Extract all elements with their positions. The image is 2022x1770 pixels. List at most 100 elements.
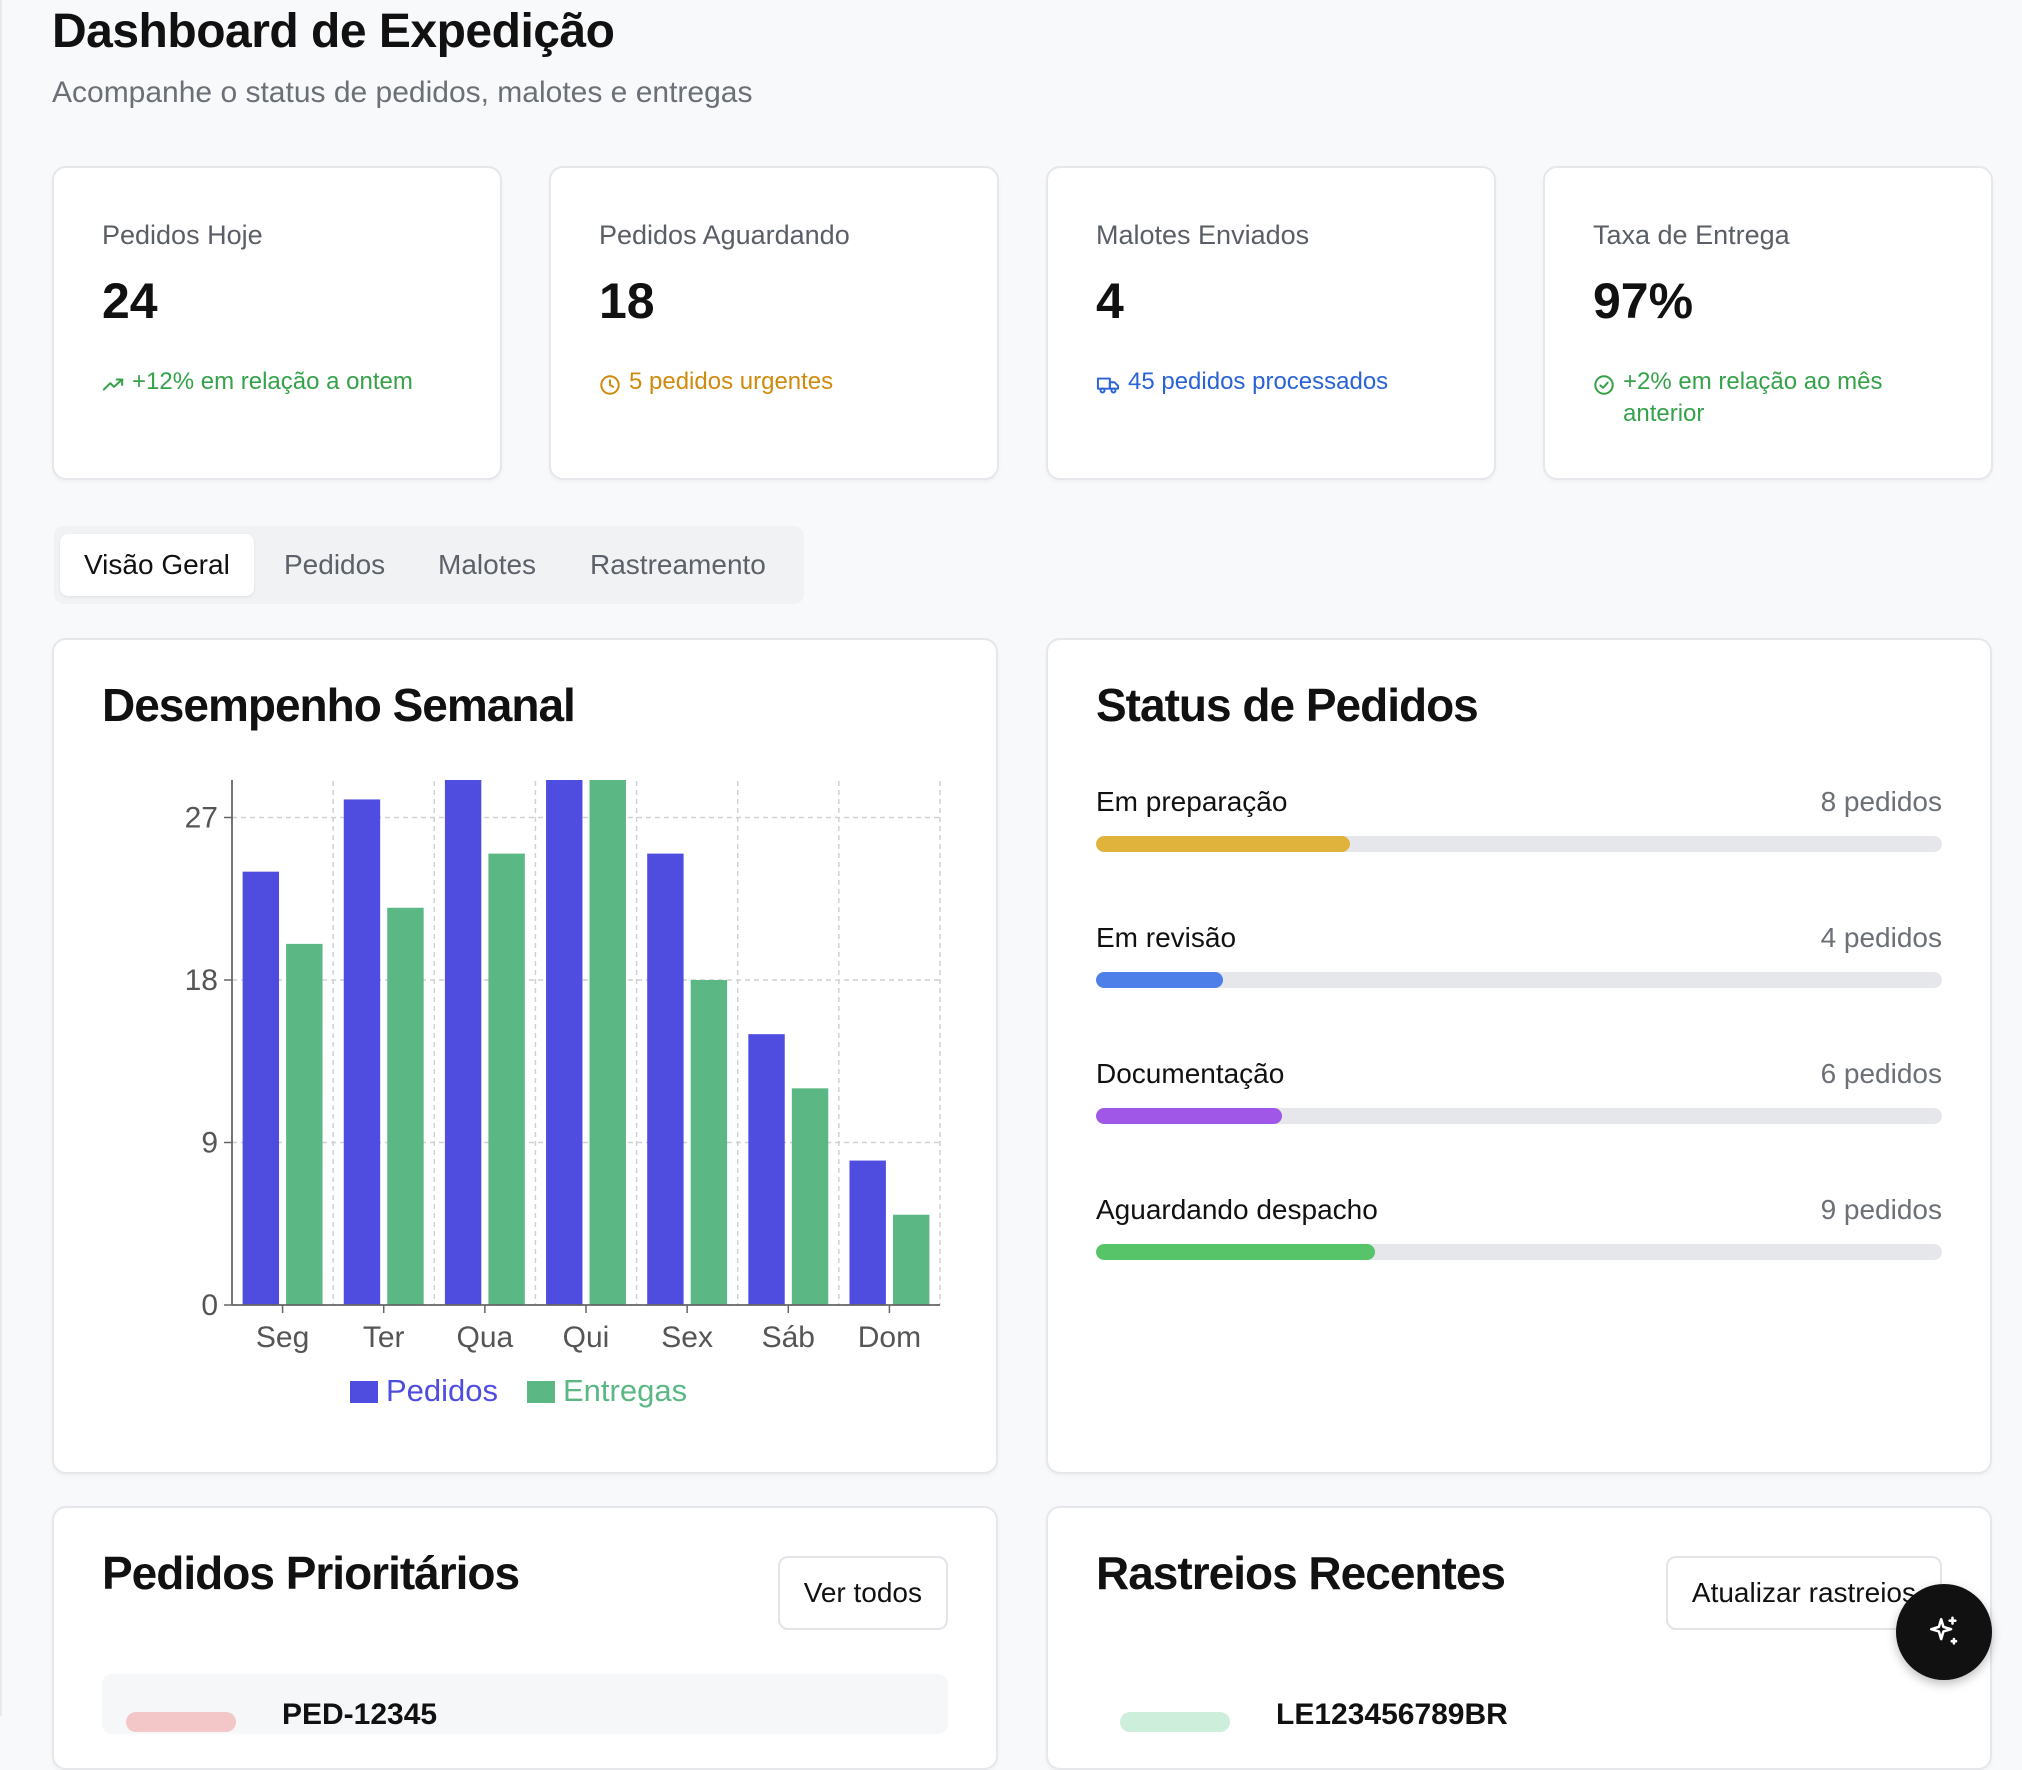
status-count: 4 pedidos: [1820, 922, 1942, 953]
status-item-documentacao: Documentação 6 pedidos: [1096, 1058, 1942, 1138]
status-progress-fill: [1096, 836, 1350, 852]
bar-entregas: [387, 907, 424, 1305]
x-tick-label: Dom: [858, 1321, 921, 1354]
bar-entregas: [286, 943, 323, 1305]
status-item-em-preparacao: Em preparação 8 pedidos: [1096, 786, 1942, 866]
legend-swatch: [527, 1381, 555, 1403]
bar-pedidos: [849, 1160, 886, 1305]
status-count: 6 pedidos: [1820, 1058, 1942, 1089]
stat-label: Taxa de Entrega: [1593, 220, 1790, 250]
stat-card-taxa-entrega: Taxa de Entrega 97% +2% em relação ao mê…: [1543, 166, 1993, 480]
status-progress-track: [1096, 1244, 1942, 1260]
bar-pedidos: [748, 1034, 785, 1305]
legend-swatch: [350, 1381, 378, 1403]
weekly-performance-panel: Desempenho Semanal 09182736SegTerQuaQuiS…: [52, 638, 998, 1474]
y-tick-label: 18: [185, 964, 218, 997]
stat-note-text: 5 pedidos urgentes: [629, 368, 834, 395]
stat-note-text: +12% em relação a ontem: [132, 368, 413, 395]
y-tick-label: 27: [185, 802, 218, 835]
stat-value: 18: [599, 273, 655, 329]
x-tick-label: Qui: [563, 1321, 610, 1354]
recent-tracking-panel: Rastreios Recentes Atualizar rastreios L…: [1046, 1506, 1992, 1770]
priority-order-row[interactable]: PED-12345: [102, 1674, 948, 1734]
weekly-performance-title: Desempenho Semanal: [102, 679, 576, 731]
status-name: Aguardando despacho: [1096, 1194, 1378, 1225]
tracking-status-badge: [1120, 1712, 1230, 1732]
bar-pedidos: [343, 799, 381, 1305]
trending-up-icon: [102, 378, 124, 391]
priority-orders-panel: Pedidos Prioritários Ver todos PED-12345: [52, 1506, 998, 1770]
ai-assistant-button[interactable]: [1896, 1584, 1992, 1680]
tracking-code: LE123456789BR: [1276, 1698, 1508, 1731]
x-tick-label: Seg: [256, 1321, 309, 1354]
x-tick-label: Qua: [456, 1321, 513, 1354]
status-name: Em preparação: [1096, 786, 1288, 817]
x-tick-label: Ter: [363, 1321, 405, 1354]
bar-entregas: [892, 1214, 930, 1305]
stat-value: 4: [1096, 273, 1124, 329]
stat-note: 5 pedidos urgentes: [599, 366, 967, 398]
order-status-panel: Status de Pedidos Em preparação 8 pedido…: [1046, 638, 1992, 1474]
stat-label: Pedidos Hoje: [102, 220, 263, 250]
bar-entregas: [690, 980, 728, 1305]
stats-cards: Pedidos Hoje 24 +12% em relação a ontem …: [52, 166, 1993, 480]
weekly-bar-chart: 09182736SegTerQuaQuiSexSábDomPedidosEntr…: [185, 780, 941, 1408]
bar-pedidos: [242, 871, 280, 1305]
stat-label: Pedidos Aguardando: [599, 220, 850, 250]
stat-card-malotes-enviados: Malotes Enviados 4 45 pedidos processado…: [1046, 166, 1496, 480]
tracking-row[interactable]: LE123456789BR: [1096, 1674, 1942, 1734]
bar-entregas: [791, 1088, 829, 1305]
tab-pedidos[interactable]: Pedidos: [260, 534, 409, 596]
status-progress-track: [1096, 1108, 1942, 1124]
status-progress-fill: [1096, 1244, 1376, 1260]
priority-orders-title: Pedidos Prioritários: [102, 1547, 520, 1599]
sparkle-icon: [1929, 1616, 1958, 1645]
tab-visao-geral[interactable]: Visão Geral: [60, 534, 254, 596]
stat-value: 24: [102, 273, 158, 329]
y-tick-label: 0: [201, 1289, 218, 1322]
bar-pedidos: [444, 780, 482, 1305]
status-progress-fill: [1096, 1108, 1283, 1124]
page-title: Dashboard de Expedição: [52, 5, 615, 58]
status-name: Em revisão: [1096, 922, 1237, 953]
legend-label: Entregas: [563, 1373, 687, 1408]
y-tick-label: 9: [201, 1127, 218, 1160]
page-subtitle: Acompanhe o status de pedidos, malotes e…: [52, 76, 753, 109]
truck-icon: [1096, 377, 1120, 394]
status-progress-track: [1096, 972, 1942, 988]
stat-card-pedidos-hoje: Pedidos Hoje 24 +12% em relação a ontem: [52, 166, 502, 480]
stat-note: +2% em relação ao mês anterior: [1593, 366, 1961, 430]
left-edge-divider: [0, 0, 2, 1716]
tab-malotes[interactable]: Malotes: [414, 534, 560, 596]
status-count: 9 pedidos: [1820, 1194, 1942, 1225]
status-progress-track: [1096, 836, 1942, 852]
status-item-em-revisao: Em revisão 4 pedidos: [1096, 922, 1942, 1002]
stat-note-text: 45 pedidos processados: [1128, 368, 1389, 395]
recent-tracking-title: Rastreios Recentes: [1096, 1547, 1506, 1599]
stat-note: +12% em relação a ontem: [102, 366, 470, 398]
bar-pedidos: [647, 853, 684, 1305]
view-all-button[interactable]: Ver todos: [777, 1556, 948, 1630]
x-tick-label: Sáb: [762, 1321, 815, 1354]
stat-label: Malotes Enviados: [1096, 220, 1310, 250]
stat-card-pedidos-aguardando: Pedidos Aguardando 18 5 pedidos urgentes: [549, 166, 999, 480]
x-tick-label: Sex: [661, 1321, 713, 1354]
tab-rastreamento[interactable]: Rastreamento: [566, 534, 790, 596]
legend-label: Pedidos: [386, 1373, 498, 1408]
stat-note-text: +2% em relação ao mês anterior: [1623, 368, 1883, 427]
status-item-aguardando-despacho: Aguardando despacho 9 pedidos: [1096, 1194, 1942, 1274]
status-progress-fill: [1096, 972, 1223, 988]
stat-value: 97%: [1593, 273, 1694, 329]
check-circle-icon: [1594, 375, 1614, 395]
status-name: Documentação: [1096, 1058, 1285, 1089]
view-tabs: Visão Geral Pedidos Malotes Rastreamento: [54, 526, 804, 604]
stat-note: 45 pedidos processados: [1096, 366, 1464, 398]
order-status-title: Status de Pedidos: [1096, 679, 1479, 731]
clock-icon: [600, 375, 620, 395]
bar-entregas: [589, 780, 626, 1305]
status-count: 8 pedidos: [1820, 786, 1942, 817]
order-code: PED-12345: [282, 1698, 438, 1731]
priority-badge: [126, 1712, 236, 1732]
bar-entregas: [488, 853, 525, 1305]
bar-pedidos: [546, 780, 583, 1305]
